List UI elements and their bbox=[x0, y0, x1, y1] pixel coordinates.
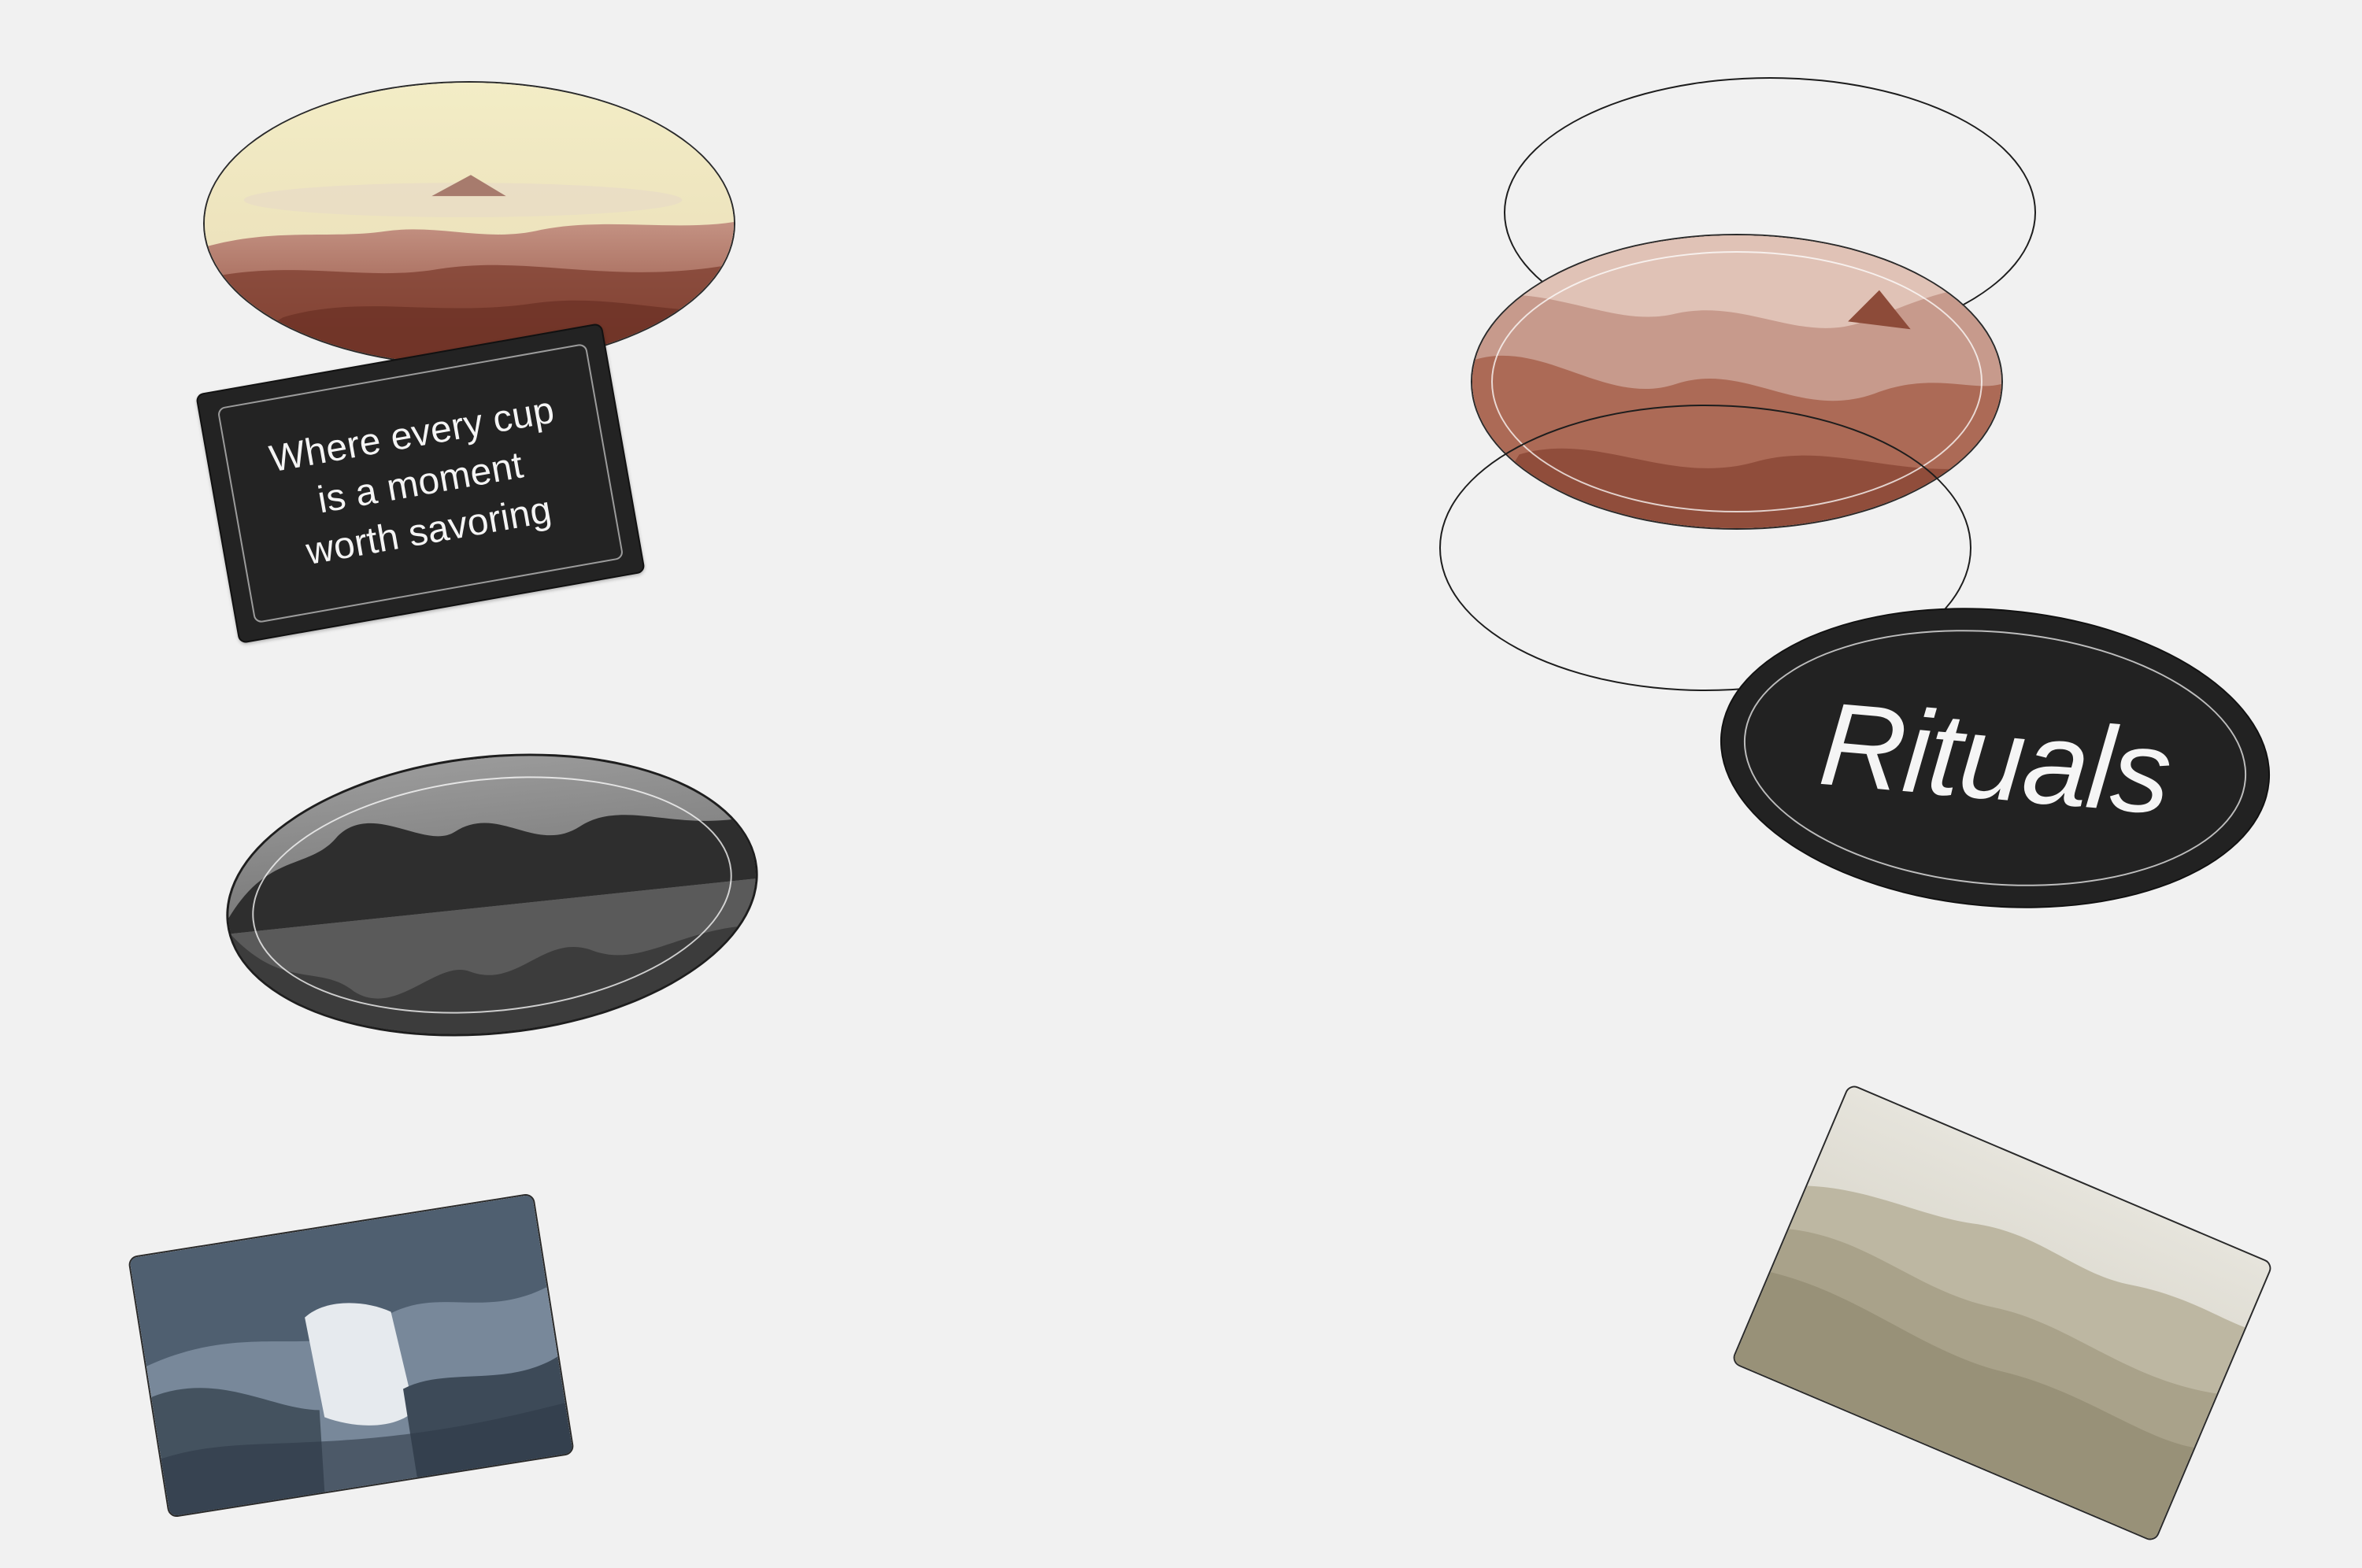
forest-lake-image bbox=[212, 728, 772, 1062]
waterfall-jungle-image bbox=[127, 1193, 576, 1518]
waterfall-jungle-art bbox=[129, 1194, 573, 1518]
rituals-badge: Rituals bbox=[1707, 586, 2283, 930]
mountain-sunrise-image bbox=[203, 81, 735, 366]
rituals-title: Rituals bbox=[1815, 676, 2175, 839]
forest-lake-art bbox=[214, 730, 770, 1062]
quote-card: Where every cup is a moment worth savori… bbox=[195, 322, 646, 645]
hills-khaki-image bbox=[1730, 1082, 2275, 1544]
hills-khaki-art bbox=[1731, 1085, 2272, 1542]
mountain-sunrise-art bbox=[205, 83, 734, 364]
quote-card-frame: Where every cup is a moment worth savori… bbox=[217, 342, 624, 624]
